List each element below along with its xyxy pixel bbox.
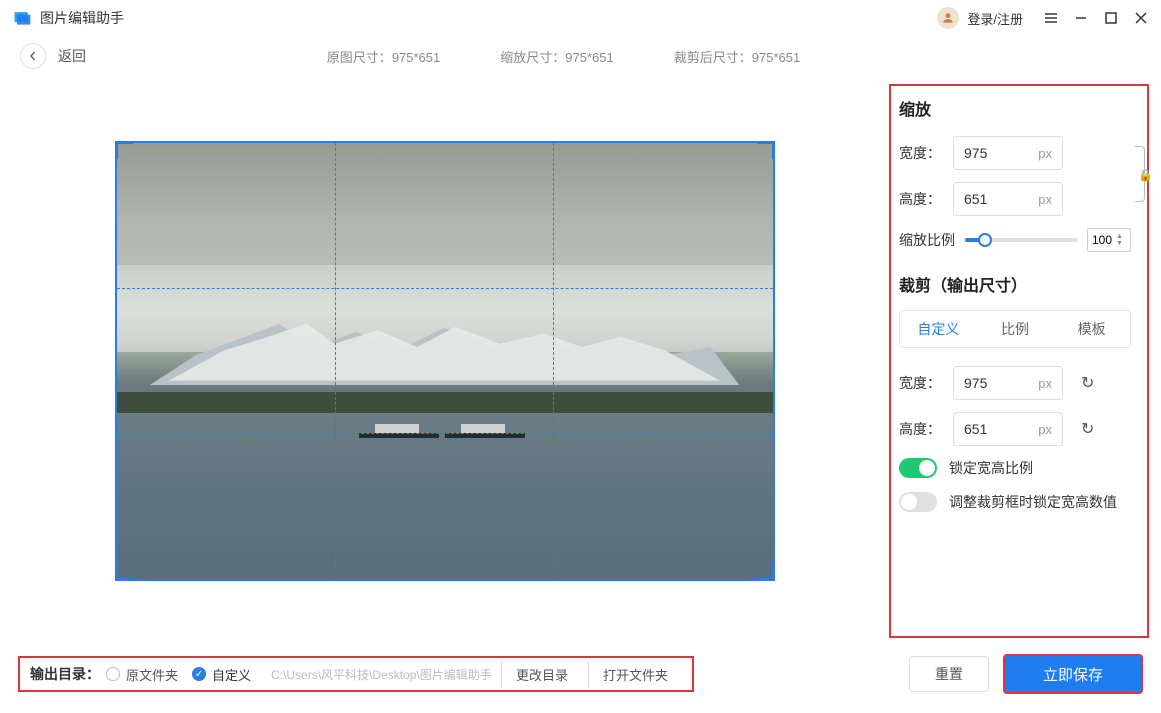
refresh-height-icon[interactable]: ↻ (1081, 419, 1094, 439)
app-title: 图片编辑助手 (40, 8, 124, 28)
canvas-area (0, 76, 889, 646)
login-link[interactable]: 登录/注册 (967, 9, 1023, 28)
menu-icon[interactable] (1043, 10, 1059, 26)
scale-size-info: 缩放尺寸：975*651 (500, 47, 613, 66)
tab-custom[interactable]: 自定义 (900, 311, 977, 347)
settings-sidebar: 缩放 宽度： px 高度： px 🔒 缩放比例 (889, 84, 1149, 638)
grid-line (335, 143, 336, 579)
original-size-info: 原图尺寸：975*651 (327, 47, 440, 66)
save-button[interactable]: 立即保存 (1003, 654, 1143, 694)
image-crop-frame[interactable] (115, 141, 775, 581)
crop-tabs: 自定义 比例 模板 (899, 310, 1131, 348)
crop-handle-tr[interactable] (757, 141, 775, 159)
toolbar: 返回 原图尺寸：975*651 缩放尺寸：975*651 裁剪后尺寸：975*6… (0, 36, 1161, 76)
tab-template[interactable]: 模板 (1053, 311, 1130, 347)
image-content (359, 418, 439, 438)
crop-width-input[interactable]: px (953, 366, 1063, 400)
original-folder-radio[interactable] (106, 667, 120, 681)
scale-ratio-label: 缩放比例 (899, 230, 955, 250)
tab-ratio[interactable]: 比例 (977, 311, 1054, 347)
lock-ratio-toggle[interactable] (899, 458, 937, 478)
crop-panel-title: 裁剪（输出尺寸） (899, 272, 1131, 296)
scale-width-input[interactable]: px (953, 136, 1063, 170)
open-folder-button[interactable]: 打开文件夹 (588, 661, 682, 688)
app-icon (12, 8, 32, 28)
scale-panel-title: 缩放 (899, 96, 1131, 120)
titlebar: 图片编辑助手 登录/注册 (0, 0, 1161, 36)
scale-width-label: 宽度： (899, 143, 943, 163)
scale-height-label: 高度： (899, 189, 943, 209)
custom-folder-label[interactable]: 自定义 (212, 665, 251, 684)
grid-line (117, 433, 773, 434)
crop-width-label: 宽度： (899, 373, 943, 393)
close-icon[interactable] (1133, 10, 1149, 26)
user-area[interactable]: 登录/注册 (937, 7, 1023, 29)
crop-size-info: 裁剪后尺寸：975*651 (674, 47, 800, 66)
crop-height-label: 高度： (899, 419, 943, 439)
grid-line (553, 143, 554, 579)
grid-line (117, 288, 773, 289)
image-content (445, 418, 525, 438)
refresh-width-icon[interactable]: ↻ (1081, 373, 1094, 393)
crop-handle-br[interactable] (757, 563, 775, 581)
custom-folder-radio[interactable] (192, 667, 206, 681)
lock-on-adjust-toggle[interactable] (899, 492, 937, 512)
minimize-icon[interactable] (1073, 10, 1089, 26)
footer: 输出目录： 原文件夹 自定义 C:\Users\风平科技\Desktop\图片编… (0, 646, 1161, 702)
avatar-icon (937, 7, 959, 29)
scale-height-input[interactable]: px (953, 182, 1063, 216)
output-directory-box: 输出目录： 原文件夹 自定义 C:\Users\风平科技\Desktop\图片编… (18, 656, 694, 692)
crop-handle-bl[interactable] (115, 563, 133, 581)
reset-button[interactable]: 重置 (909, 656, 989, 692)
scale-ratio-slider[interactable] (965, 238, 1077, 242)
lock-ratio-label: 锁定宽高比例 (949, 458, 1033, 478)
change-dir-button[interactable]: 更改目录 (501, 661, 582, 688)
lock-on-adjust-label: 调整裁剪框时锁定宽高数值 (949, 492, 1117, 512)
lock-icon[interactable]: 🔒 (1138, 168, 1153, 182)
output-path-field[interactable]: C:\Users\风平科技\Desktop\图片编辑助手 (265, 662, 495, 687)
output-label: 输出目录： (30, 664, 100, 684)
maximize-icon[interactable] (1103, 10, 1119, 26)
crop-handle-tl[interactable] (115, 141, 133, 159)
scale-ratio-input[interactable]: ▲▼ (1087, 228, 1131, 252)
original-folder-label[interactable]: 原文件夹 (126, 665, 178, 684)
crop-height-input[interactable]: px (953, 412, 1063, 446)
